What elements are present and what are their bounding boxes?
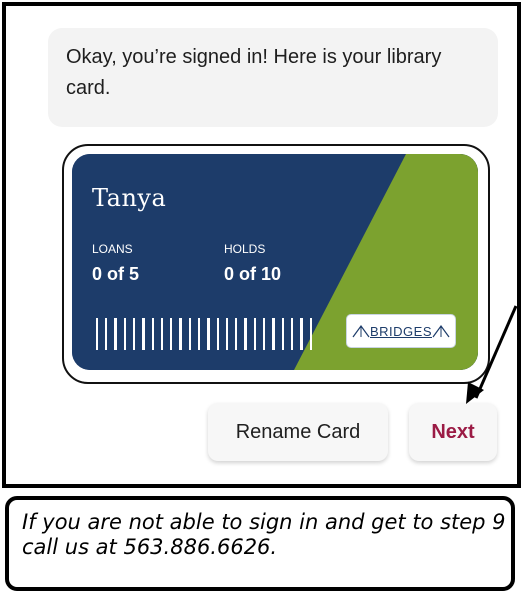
help-note-text: If you are not able to sign in and get t… xyxy=(22,510,506,559)
holds-label: HOLDS xyxy=(224,242,266,256)
card-holder-name: Tanya xyxy=(92,184,167,212)
barcode-icon xyxy=(96,318,312,350)
holds-value: 0 of 10 xyxy=(224,264,282,284)
loans-value: 0 of 5 xyxy=(92,264,140,284)
bridges-logo: BRIDGES xyxy=(346,314,456,348)
next-button[interactable]: Next xyxy=(409,403,497,461)
bridge-logo-icon xyxy=(352,324,370,338)
logo-text: BRIDGES xyxy=(369,323,432,339)
bridge-logo-icon-right xyxy=(432,324,450,338)
rename-card-button[interactable]: Rename Card xyxy=(208,403,388,461)
chat-message: Okay, you’re signed in! Here is your lib… xyxy=(66,46,442,99)
loans-label: LOANS xyxy=(92,242,133,256)
library-card[interactable]: Tanya LOANS 0 of 5 HOLDS 0 of 10 BRIDGES xyxy=(72,154,478,370)
arrow-pointer-icon xyxy=(466,305,518,404)
